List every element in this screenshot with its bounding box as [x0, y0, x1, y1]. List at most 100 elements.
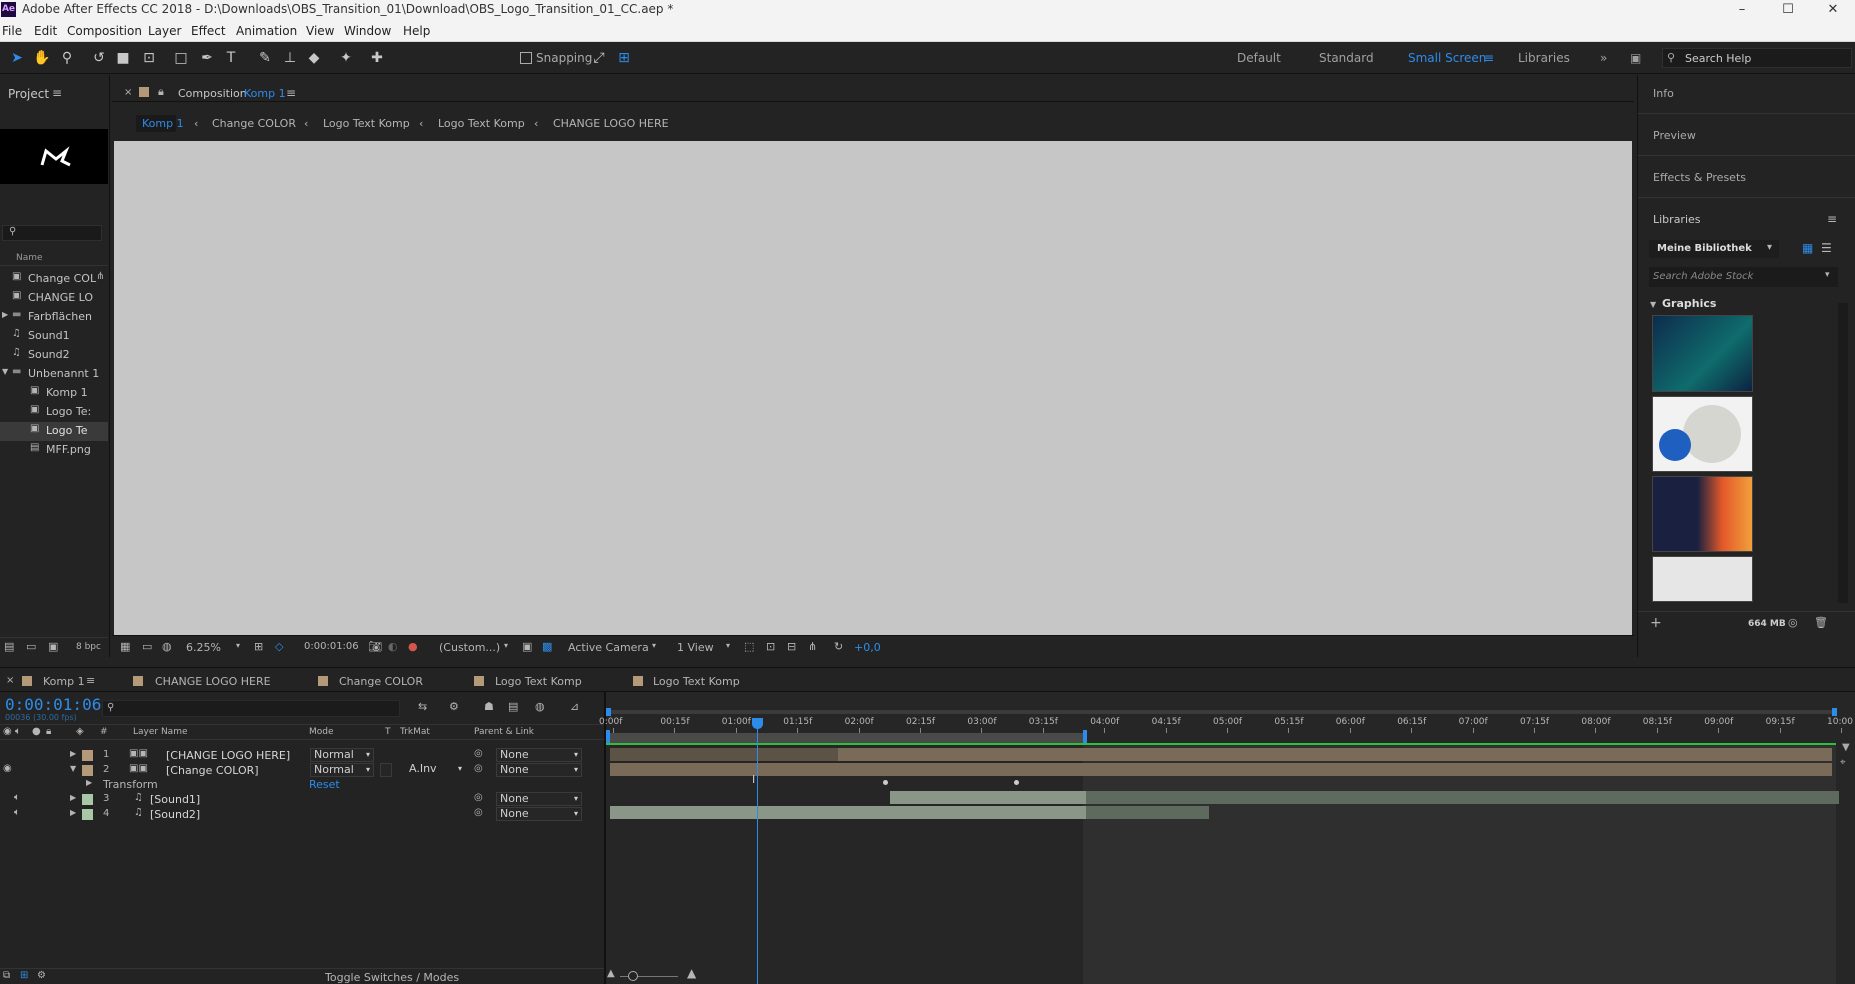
layer-bar-2[interactable]	[610, 763, 1832, 776]
fast-preview-icon[interactable]: ⊡	[766, 640, 775, 653]
new-folder-icon[interactable]: ▭	[26, 640, 36, 653]
work-area-start-handle[interactable]	[606, 730, 610, 744]
shy-layers-icon[interactable]: ☗	[484, 700, 494, 713]
roto-brush-tool-icon[interactable]: ✦	[337, 49, 355, 67]
timeline-tab-logo-text-2[interactable]: Logo Text Komp	[653, 675, 740, 688]
graph-editor-icon[interactable]: ⊿	[570, 700, 579, 713]
library-graphic-4[interactable]	[1652, 556, 1753, 602]
library-selector[interactable]: Meine Bibliothek ▾	[1649, 240, 1779, 258]
timeline-tab-komp1[interactable]: Komp 1	[43, 675, 85, 688]
audio-toggle-icon[interactable]: 🔈︎	[14, 807, 20, 818]
parent-dropdown[interactable]: None ▾	[496, 807, 582, 821]
zoom-in-icon[interactable]: ▲	[687, 966, 696, 980]
project-item[interactable]: ▣ Komp 1	[0, 384, 108, 403]
transparency-grid-icon[interactable]: ▩	[542, 640, 552, 653]
timeline-tab-logo-text[interactable]: Logo Text Komp	[495, 675, 582, 688]
work-area-bar[interactable]	[606, 733, 1085, 743]
pick-whip-icon[interactable]: ◎	[474, 807, 483, 818]
menu-composition[interactable]: Composition	[67, 24, 142, 38]
libraries-scrollbar[interactable]	[1838, 303, 1848, 603]
layer-name[interactable]: [CHANGE LOGO HERE]	[166, 749, 290, 762]
lock-icon[interactable]: 🔒︎	[158, 85, 164, 99]
layer-bar-4[interactable]	[610, 806, 1086, 819]
zoom-out-icon[interactable]: ▲	[607, 968, 615, 979]
clone-stamp-tool-icon[interactable]: ⊥	[281, 49, 299, 67]
mask-view-icon[interactable]: ◍	[162, 640, 172, 653]
interpret-footage-icon[interactable]: ▤	[4, 640, 14, 653]
snapping-checkbox[interactable]	[520, 52, 532, 64]
menu-animation[interactable]: Animation	[236, 24, 297, 38]
library-graphic-1[interactable]	[1652, 315, 1753, 392]
toggle-pixel-aspect-icon[interactable]: ⬚	[744, 640, 754, 653]
brush-tool-icon[interactable]: ✎	[256, 49, 274, 67]
hand-tool-icon[interactable]: ✋	[33, 49, 51, 67]
rectangle-tool-icon[interactable]: □	[172, 49, 190, 67]
rotate-tool-icon[interactable]: ↺	[90, 49, 108, 67]
info-panel-header[interactable]: Info	[1653, 87, 1674, 100]
label-color-swatch[interactable]	[82, 794, 93, 805]
timeline-tab-change-logo[interactable]: CHANGE LOGO HERE	[155, 675, 271, 688]
project-item[interactable]: ♫ Sound1	[0, 327, 108, 346]
project-item[interactable]: ▣ Logo Te:	[0, 403, 108, 422]
search-help-field[interactable]: ⚲ Search Help	[1662, 48, 1852, 68]
comp-button-icon[interactable]: ⌖	[1840, 757, 1846, 768]
layer-name[interactable]: [Sound1]	[150, 793, 200, 806]
layer-search-input[interactable]: ⚲	[102, 700, 400, 717]
draft-3d-icon[interactable]: ⚙	[449, 700, 459, 713]
parent-dropdown[interactable]: None ▾	[496, 748, 582, 762]
pan-behind-tool-icon[interactable]: ⊡	[140, 49, 158, 67]
name-column-label[interactable]: Name	[16, 253, 43, 263]
menu-edit[interactable]: Edit	[34, 24, 57, 38]
solo-icon[interactable]: ●	[32, 726, 41, 737]
label-column-icon[interactable]: ◈	[76, 726, 84, 737]
visibility-icon[interactable]: ◉	[3, 763, 12, 774]
camera-view-dropdown[interactable]: Active Camera	[568, 641, 649, 654]
number-column-header[interactable]: #	[100, 727, 108, 737]
menu-file[interactable]: File	[2, 24, 22, 38]
lock-column-icon[interactable]: 🔒︎	[46, 726, 51, 737]
layer-name-column-header[interactable]: Layer Name	[133, 727, 188, 737]
exposure-value[interactable]: +0,0	[854, 641, 881, 654]
layer-switches-icon[interactable]: ⧉	[3, 970, 10, 981]
playhead-line[interactable]	[757, 718, 758, 984]
view-layout-dropdown[interactable]: 1 View	[677, 641, 714, 654]
region-of-interest-icon[interactable]: ▣	[522, 640, 532, 653]
toggle-mask-icon[interactable]: ◇	[275, 640, 283, 653]
zoom-marker-icon[interactable]: ▼	[1842, 742, 1850, 753]
workspace-menu-icon[interactable]: ≡	[1484, 51, 1494, 65]
list-view-icon[interactable]: ☰	[1821, 241, 1832, 255]
pick-whip-icon[interactable]: ◎	[474, 792, 483, 803]
label-color-swatch[interactable]	[82, 750, 93, 761]
pen-tool-icon[interactable]: ✒	[198, 49, 216, 67]
project-item[interactable]: ▣ Change COL ⋔	[0, 270, 108, 289]
maximize-button[interactable]: ☐	[1765, 0, 1811, 20]
reset-transform-link[interactable]: Reset	[309, 778, 340, 791]
selection-tool-icon[interactable]: ➤	[8, 49, 26, 67]
zoom-dropdown[interactable]: 6.25%	[186, 641, 221, 654]
close-button[interactable]: ✕	[1810, 0, 1855, 20]
show-snapshot-icon[interactable]: ◐	[388, 640, 398, 653]
menu-effect[interactable]: Effect	[191, 24, 226, 38]
project-menu-icon[interactable]: ≡	[52, 86, 62, 100]
libraries-panel-header[interactable]: Libraries	[1653, 213, 1701, 226]
breadcrumb-change-logo-here[interactable]: CHANGE LOGO HERE	[553, 117, 669, 130]
frame-blending-icon[interactable]: ▤	[508, 700, 518, 713]
resolution-dropdown[interactable]: (Custom...)	[439, 641, 500, 654]
work-area-end-handle[interactable]	[1083, 730, 1087, 744]
layer-bar-3-tail[interactable]	[1086, 791, 1839, 804]
preserve-transparency-checkbox[interactable]	[380, 763, 392, 777]
blend-mode-dropdown[interactable]: Normal ▾	[310, 763, 374, 777]
audio-toggle-icon[interactable]: 🔈︎	[14, 792, 20, 803]
adobe-stock-search[interactable]: Search Adobe Stock ▾	[1649, 267, 1838, 287]
zoom-tool-icon[interactable]: ⚲	[58, 49, 76, 67]
layer-bar-1-head[interactable]	[610, 748, 838, 761]
zoom-slider-thumb[interactable]	[628, 971, 638, 981]
close-panel-icon[interactable]: ×	[124, 87, 132, 98]
audio-toggle-icon[interactable]: 🔈︎	[15, 726, 21, 737]
menu-help[interactable]: Help	[403, 24, 430, 38]
mode-column-header[interactable]: Mode	[309, 727, 334, 737]
layer-name[interactable]: [Sound2]	[150, 808, 200, 821]
add-content-icon[interactable]: +	[1650, 615, 1662, 631]
folder-toggle-icon[interactable]: ▶	[2, 310, 8, 319]
menu-window[interactable]: Window	[344, 24, 391, 38]
